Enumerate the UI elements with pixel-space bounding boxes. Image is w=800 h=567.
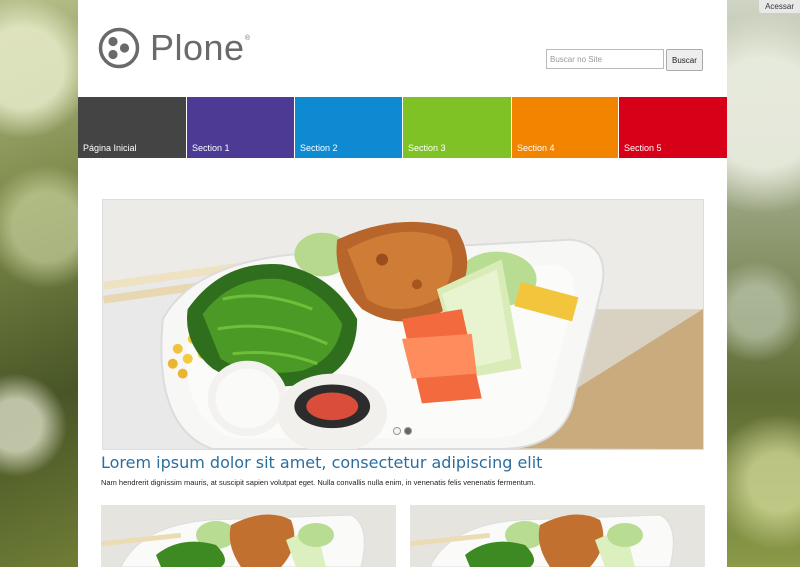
nav-item-label: Section 5	[624, 143, 662, 153]
nav-item-label: Section 1	[192, 143, 230, 153]
news-thumbnail-2[interactable]	[410, 505, 705, 567]
thumbnail-image-sushi	[410, 505, 705, 567]
nav-item-section-4[interactable]: Section 4	[512, 97, 619, 158]
nav-item-label: Section 2	[300, 143, 338, 153]
nav-item-section-1[interactable]: Section 1	[187, 97, 295, 158]
carousel-dot-1[interactable]	[393, 427, 401, 435]
news-thumbnail-1[interactable]	[101, 505, 396, 567]
login-link[interactable]: Acessar	[759, 0, 800, 13]
nav-item-label: Página Inicial	[83, 143, 137, 153]
page-container: Plone® Buscar Página Inicial Section 1 S…	[78, 0, 727, 567]
nav-item-section-5[interactable]: Section 5	[619, 97, 727, 158]
article-summary: Nam hendrerit dignissim mauris, at susci…	[101, 478, 536, 487]
search-button[interactable]: Buscar	[666, 49, 703, 71]
main-navigation: Página Inicial Section 1 Section 2 Secti…	[78, 97, 727, 158]
thumbnail-image-sushi	[101, 505, 396, 567]
background-photo-right	[727, 0, 800, 567]
registered-mark: ®	[244, 35, 251, 42]
nav-item-home[interactable]: Página Inicial	[78, 97, 187, 158]
carousel-dot-2[interactable]	[404, 427, 412, 435]
article-title[interactable]: Lorem ipsum dolor sit amet, consectetur …	[101, 453, 542, 472]
nav-item-label: Section 3	[408, 143, 446, 153]
hero-carousel[interactable]	[102, 199, 704, 450]
site-logo[interactable]: Plone ®	[98, 26, 251, 70]
search-input[interactable]	[546, 49, 664, 69]
background-photo-left	[0, 0, 78, 567]
nav-item-section-3[interactable]: Section 3	[403, 97, 512, 158]
search-form: Buscar	[546, 49, 703, 71]
nav-item-section-2[interactable]: Section 2	[295, 97, 403, 158]
hero-image-sushi-bento	[103, 200, 703, 449]
carousel-indicators	[393, 427, 412, 435]
logo-text: Plone ®	[150, 27, 251, 68]
nav-item-label: Section 4	[517, 143, 555, 153]
plone-logo-icon	[98, 27, 140, 69]
